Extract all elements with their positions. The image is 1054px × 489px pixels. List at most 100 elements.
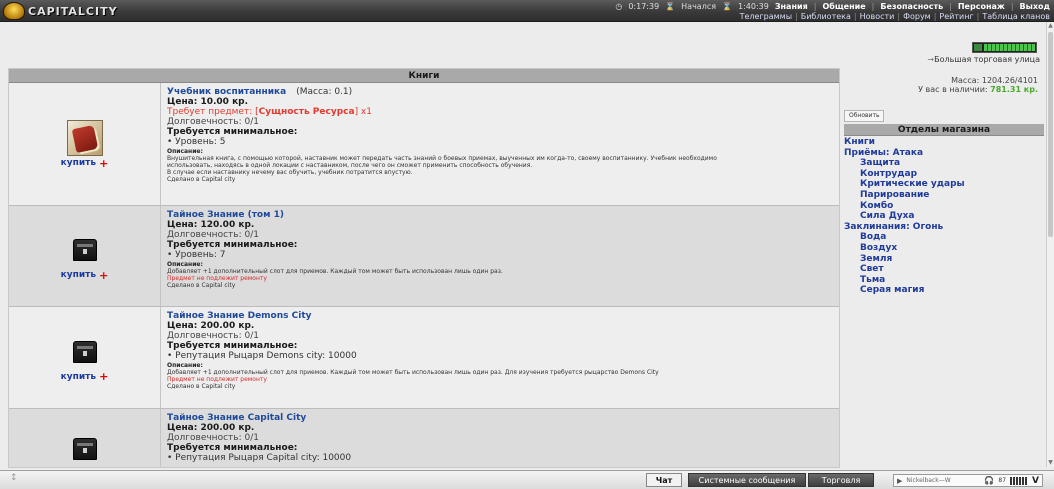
logo-text: CAPITALCITY <box>28 4 118 18</box>
mass-value: Масса: 1204.26/4101 <box>951 76 1038 85</box>
department-fire-spells[interactable]: Заклинания: Огонь <box>844 222 1044 233</box>
item-image[interactable] <box>67 232 103 268</box>
clock-time: 0:17:39 <box>628 1 660 11</box>
chest-icon <box>72 239 97 261</box>
department-gray-magic[interactable]: Серая магия <box>844 285 1044 296</box>
tab-trade[interactable]: Торговля <box>808 473 874 487</box>
scroll-up-icon[interactable]: ▲ <box>1047 22 1054 30</box>
department-earth[interactable]: Земля <box>844 254 1044 265</box>
track-title: Nickelback—W <box>906 477 951 484</box>
department-darkness[interactable]: Тьма <box>844 275 1044 286</box>
item-info: Тайное Знание Capital City Цена: 200.00 … <box>161 409 839 467</box>
department-air[interactable]: Воздух <box>844 243 1044 254</box>
money-label: У вас в наличии: <box>918 85 988 94</box>
link-telegrams[interactable]: Телеграммы <box>740 12 792 22</box>
divider: | <box>949 1 952 11</box>
nav-security[interactable]: Безопасность <box>880 2 943 11</box>
buy-button[interactable]: купить + <box>61 156 109 170</box>
nav-character[interactable]: Персонаж <box>958 2 1005 11</box>
item-name[interactable]: Тайное Знание (том 1) <box>167 210 284 220</box>
item-image[interactable] <box>66 120 103 156</box>
item-mass: (Масса: 0.1) <box>296 87 353 97</box>
description-title: Описание: <box>167 261 203 268</box>
description-title: Описание: <box>167 362 203 369</box>
link-news[interactable]: Новости <box>860 12 895 22</box>
app-window: CAPITALCITY ◷ 0:17:39 ⌛ Начался ⌛ 1:40:3… <box>0 0 1054 489</box>
item-price: Цена: 200.00 кр. <box>167 321 255 331</box>
department-combo[interactable]: Комбо <box>844 201 1044 212</box>
requirements-title: Требуется минимальное: <box>167 443 298 453</box>
department-critical[interactable]: Критические удары <box>844 179 1044 190</box>
link-library[interactable]: Библиотека <box>801 12 851 22</box>
nav-knowledge[interactable]: Знания <box>775 2 808 11</box>
department-attack-techniques[interactable]: Приёмы: Атака <box>844 148 1044 159</box>
bottom-bar: ↕ Чат Системные сообщения Торговля ▶ Nic… <box>0 470 1054 489</box>
department-defense[interactable]: Защита <box>844 158 1044 169</box>
buy-label: купить <box>60 371 97 382</box>
requirements-title: Требуется минимальное: <box>167 127 298 137</box>
department-parry[interactable]: Парирование <box>844 190 1044 201</box>
started-time: 1:40:39 <box>738 1 769 11</box>
buy-button[interactable]: купить + <box>61 268 109 282</box>
resize-handle-icon[interactable]: ↕ <box>10 473 18 483</box>
table-row: купить+ Тайное Знание Capital City Цена:… <box>9 409 839 467</box>
description-line: Внушительная книга, с помощью которой, н… <box>167 155 717 162</box>
item-name[interactable]: Тайное Знание Capital City <box>167 413 306 423</box>
department-counter[interactable]: Контрудар <box>844 169 1044 180</box>
chest-icon <box>72 438 97 460</box>
plus-icon: + <box>99 268 109 282</box>
requirements-title: Требуется минимальное: <box>167 341 298 351</box>
top-bar: CAPITALCITY ◷ 0:17:39 ⌛ Начался ⌛ 1:40:3… <box>0 0 1054 22</box>
refresh-button[interactable]: Обновить <box>844 110 885 122</box>
buy-button[interactable]: купить + <box>60 371 109 382</box>
made-in: Сделано в Capital city <box>167 282 236 289</box>
department-books[interactable]: Книги <box>844 137 1044 148</box>
scrollbar[interactable]: ▲ ▼ <box>1046 22 1054 467</box>
hourglass-icon: ⌛ <box>665 1 676 11</box>
description-title: Описание: <box>167 148 203 155</box>
equalizer-icon <box>1010 476 1029 485</box>
item-price: Цена: 200.00 кр. <box>167 423 255 433</box>
tab-chat[interactable]: Чат <box>646 473 682 487</box>
item-price: Цена: 10.00 кр. <box>167 97 249 107</box>
link-forum[interactable]: Форум <box>903 12 931 22</box>
item-info: Тайное Знание Demons City Цена: 200.00 к… <box>161 307 839 408</box>
divider: | <box>871 1 875 11</box>
requirement-line: • Репутация Рыцаря Capital city: 10000 <box>167 453 352 463</box>
music-player[interactable]: ▶ Nickelback—W 🎧 87 V <box>893 474 1043 487</box>
player-logo: V <box>1032 475 1039 486</box>
headphones-icon[interactable]: 🎧 <box>984 476 994 485</box>
location-link[interactable]: →Большая торговая улица <box>927 55 1040 64</box>
divider: | <box>897 12 901 21</box>
link-rating[interactable]: Рейтинг <box>939 12 973 22</box>
scrollbar-thumb[interactable] <box>1048 32 1053 237</box>
item-image[interactable] <box>67 334 103 370</box>
link-clan-table[interactable]: Таблица кланов <box>982 12 1050 22</box>
item-image[interactable] <box>67 431 103 467</box>
department-water[interactable]: Вода <box>844 232 1044 243</box>
emblem-icon <box>3 2 25 20</box>
requirement-line: • Репутация Рыцаря Demons city: 10000 <box>167 351 357 361</box>
divider: | <box>933 12 937 21</box>
item-name[interactable]: Тайное Знание Demons City <box>167 311 312 321</box>
item-durability: Долговечность: 0/1 <box>167 331 259 341</box>
no-repair-note: Предмет не подлежит ремонту <box>167 275 267 282</box>
department-light[interactable]: Свет <box>844 264 1044 275</box>
description-line: Добавляет +1 дополнительный слот для при… <box>167 268 503 275</box>
tab-system-messages[interactable]: Системные сообщения <box>688 473 806 487</box>
scroll-down-icon[interactable]: ▼ <box>1047 459 1054 467</box>
item-name[interactable]: Учебник воспитанника <box>167 87 286 97</box>
item-durability: Долговечность: 0/1 <box>167 230 259 240</box>
play-icon[interactable]: ▶ <box>897 477 902 485</box>
nav-exit[interactable]: Выход <box>1020 2 1050 11</box>
logo[interactable]: CAPITALCITY <box>3 2 118 20</box>
hp-bar[interactable] <box>972 42 1037 53</box>
departments-panel: Отделы магазина Книги Приёмы: Атака Защи… <box>844 124 1044 296</box>
plus-icon: + <box>99 156 109 170</box>
nav-communication[interactable]: Общение <box>822 2 865 11</box>
volume-value: 87 <box>998 477 1007 484</box>
chest-icon <box>72 340 97 363</box>
department-spirit[interactable]: Сила Духа <box>844 211 1044 222</box>
required-item-name[interactable]: Сущность Ресурса <box>259 107 355 117</box>
requirement-line: • Уровень: 5 <box>167 137 226 147</box>
